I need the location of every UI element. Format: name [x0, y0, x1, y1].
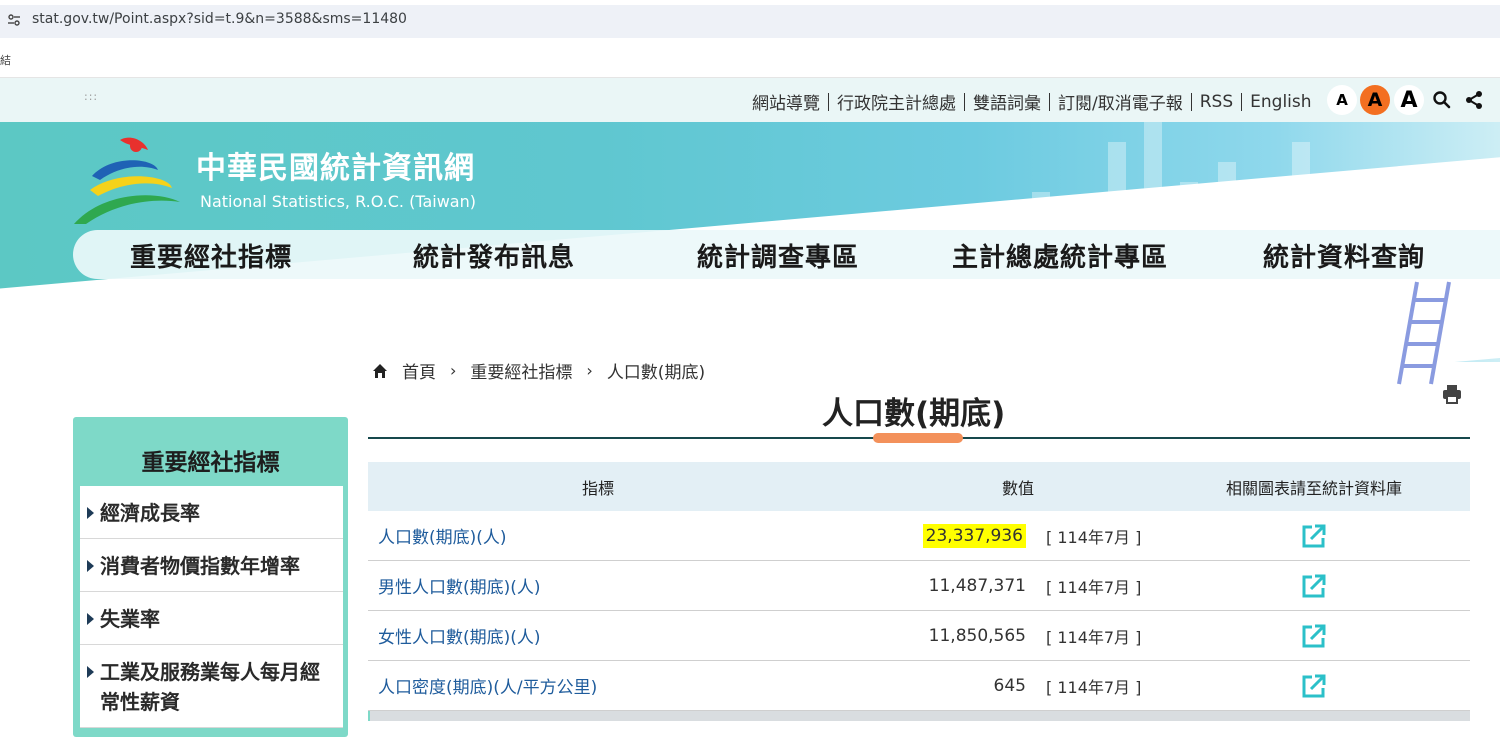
title-accent-bar [873, 433, 963, 443]
site-subtitle: National Statistics, R.O.C. (Taiwan) [200, 192, 476, 211]
sidebar-item-gdp-growth[interactable]: 經濟成長率 [80, 486, 343, 539]
sidebar: 重要經社指標 經濟成長率 消費者物價指數年增率 失業率 工業及服務業每人每月經常… [73, 417, 348, 737]
table-header: 指標 數值 相關圖表請至統計資料庫 [368, 462, 1470, 511]
indicator-value: 645 [993, 675, 1026, 696]
indicator-value: 11,487,371 [928, 575, 1026, 596]
sidebar-item-label: 工業及服務業每人每月經常性薪資 [100, 660, 320, 714]
sidebar-item-label: 消費者物價指數年增率 [100, 554, 300, 578]
header-link: 相關圖表請至統計資料庫 [1225, 478, 1402, 498]
sidebar-item-unemployment[interactable]: 失業率 [80, 592, 343, 645]
table-row: 人口密度(期底)(人/平方公里) 645 [ 114年7月 ] [368, 661, 1470, 711]
sidebar-title: 重要經社指標 [141, 450, 280, 476]
link-english[interactable]: English [1250, 92, 1311, 112]
indicator-period: [ 114年7月 ] [1046, 677, 1142, 697]
indicator-value: 23,337,936 [922, 523, 1026, 548]
url-text[interactable]: stat.gov.tw/Point.aspx?sid=t.9&n=3588&sm… [32, 11, 407, 27]
caret-right-icon [87, 666, 94, 678]
chevron-right-icon: › [450, 361, 457, 380]
indicator-link[interactable]: 人口密度(期底)(人/平方公里) [378, 678, 597, 698]
indicator-period: [ 114年7月 ] [1046, 527, 1142, 547]
home-icon[interactable] [372, 363, 388, 379]
sidebar-list: 經濟成長率 消費者物價指數年增率 失業率 工業及服務業每人每月經常性薪資 [80, 486, 343, 728]
breadcrumb-current: 人口數(期底) [606, 363, 706, 383]
chevron-right-icon: › [586, 361, 593, 380]
breadcrumb-home[interactable]: 首頁 [402, 358, 436, 383]
table-row: 人口數(期底)(人) 23,337,936 [ 114年7月 ] [368, 511, 1470, 561]
nav-data-query[interactable]: 統計資料查詢 [1263, 237, 1425, 274]
browser-address-bar: stat.gov.tw/Point.aspx?sid=t.9&n=3588&sm… [0, 0, 1500, 42]
divider [1190, 92, 1192, 111]
indicator-link[interactable]: 人口數(期底)(人) [378, 528, 507, 548]
caret-right-icon [87, 507, 94, 519]
accesskey-marker[interactable]: ::: [84, 90, 98, 103]
site-settings-icon[interactable] [7, 13, 21, 27]
share-icon[interactable] [1462, 88, 1486, 112]
breadcrumb-section[interactable]: 重要經社指標 [470, 358, 572, 383]
external-link-icon[interactable] [1301, 523, 1327, 549]
font-size-medium-button[interactable]: A [1360, 85, 1390, 115]
indicator-period: [ 114年7月 ] [1046, 577, 1142, 597]
link-subscribe[interactable]: 訂閱/取消電子報 [1058, 89, 1183, 114]
ladder-illustration [1397, 281, 1451, 385]
main-nav: 重要經社指標 統計發布訊息 統計調查專區 主計總處統計專區 統計資料查詢 [73, 230, 1500, 279]
search-icon[interactable] [1430, 88, 1454, 112]
print-icon[interactable] [1440, 382, 1464, 406]
sidebar-item-cpi[interactable]: 消費者物價指數年增率 [80, 539, 343, 592]
header-value: 數值 [1001, 478, 1034, 498]
indicator-link[interactable]: 男性人口數(期底)(人) [378, 578, 541, 598]
link-glossary[interactable]: 雙語詞彙 [973, 89, 1041, 114]
page-title: 人口數(期底) [822, 396, 1006, 432]
site-logo[interactable] [72, 132, 182, 228]
indicator-period: [ 114年7月 ] [1046, 627, 1142, 647]
external-link-icon[interactable] [1301, 573, 1327, 599]
divider [828, 92, 829, 111]
table-row: 男性人口數(期底)(人) 11,487,371 [ 114年7月 ] [368, 561, 1470, 611]
utility-links: 網站導覽 行政院主計總處 雙語詞彙 訂閱/取消電子報 RSS English [752, 89, 1312, 115]
bookmark-item[interactable]: 結 [0, 52, 11, 68]
nav-dgbas-stats[interactable]: 主計總處統計專區 [952, 237, 1168, 274]
utility-bar: ::: 網站導覽 行政院主計總處 雙語詞彙 訂閱/取消電子報 RSS Engli… [0, 78, 1500, 122]
table-row: 女性人口數(期底)(人) 11,850,565 [ 114年7月 ] [368, 611, 1470, 661]
divider [1241, 92, 1243, 111]
link-sitemap[interactable]: 網站導覽 [752, 89, 820, 114]
external-link-icon[interactable] [1301, 623, 1327, 649]
indicator-table: 指標 數值 相關圖表請至統計資料庫 人口數(期底)(人) 23,337,936 … [368, 462, 1470, 721]
font-size-small-button[interactable]: A [1327, 85, 1357, 115]
indicator-value: 11,850,565 [928, 625, 1026, 646]
divider [1049, 92, 1050, 111]
divider [964, 92, 965, 111]
link-rss[interactable]: RSS [1200, 92, 1233, 112]
sidebar-item-wages[interactable]: 工業及服務業每人每月經常性薪資 [80, 645, 343, 728]
breadcrumb: 首頁 › 重要經社指標 › 人口數(期底) [372, 358, 705, 383]
caret-right-icon [87, 560, 94, 572]
sidebar-item-label: 經濟成長率 [100, 501, 200, 525]
external-link-icon[interactable] [1301, 673, 1327, 699]
link-dgbas[interactable]: 行政院主計總處 [837, 89, 956, 114]
caret-right-icon [87, 613, 94, 625]
bookmark-bar: 結 [0, 42, 1500, 78]
nav-key-indicators[interactable]: 重要經社指標 [130, 237, 292, 274]
indicator-link[interactable]: 女性人口數(期底)(人) [378, 628, 541, 648]
sidebar-item-label: 失業率 [100, 607, 160, 631]
nav-surveys[interactable]: 統計調查專區 [697, 237, 859, 274]
header-indicator: 指標 [581, 478, 614, 498]
font-size-large-button[interactable]: A [1394, 85, 1424, 115]
site-title[interactable]: 中華民國統計資訊網 [196, 143, 475, 187]
nav-releases[interactable]: 統計發布訊息 [413, 237, 575, 274]
